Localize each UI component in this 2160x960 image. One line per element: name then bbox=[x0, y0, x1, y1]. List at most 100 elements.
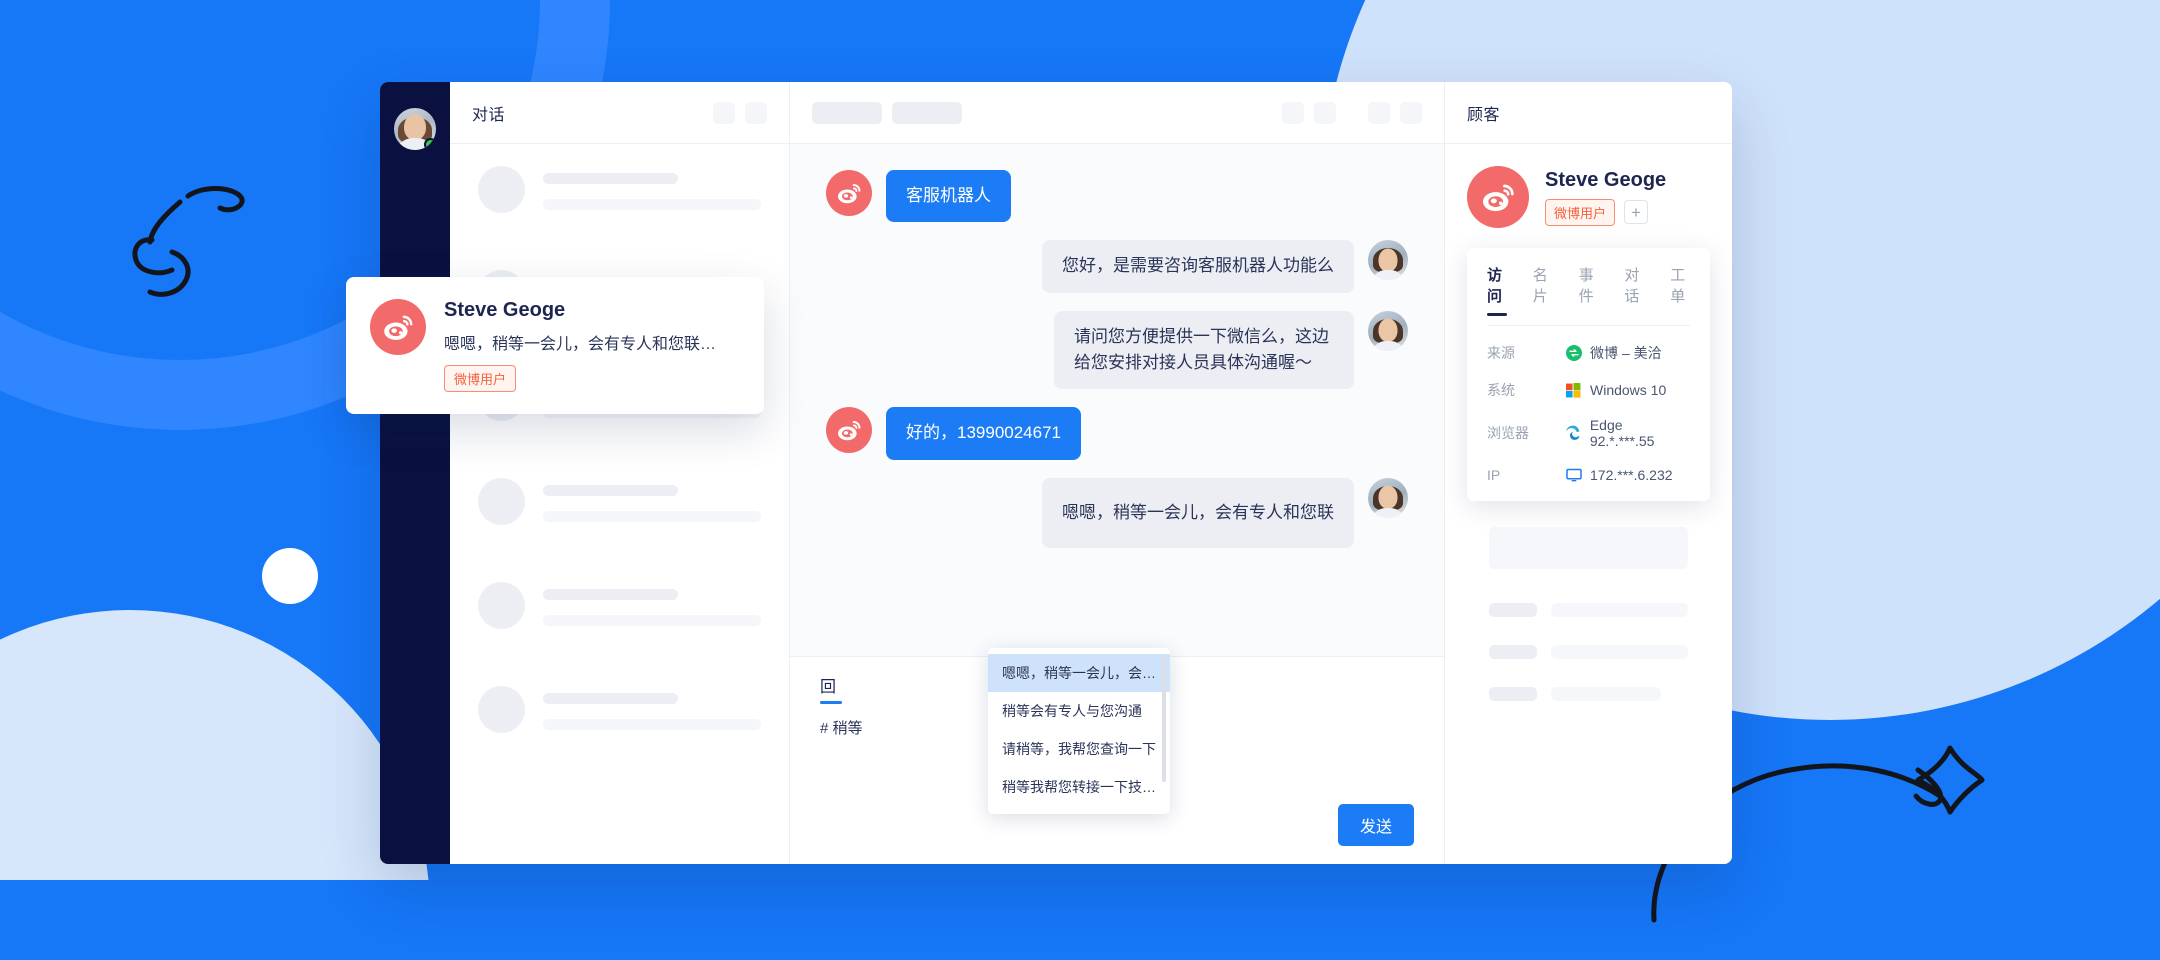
quick-reply-dropdown[interactable]: 嗯嗯，稍等一会儿，会… 稍等会有专人与您沟通 请稍等，我帮您查询一下 稍等我帮您… bbox=[988, 648, 1170, 814]
agent-avatar bbox=[1368, 310, 1408, 351]
conversation-preview-name: Steve Geoge bbox=[444, 299, 566, 321]
avatar-body bbox=[1371, 507, 1405, 518]
info-value-wrap: 172.***.6.232 bbox=[1565, 466, 1673, 483]
message-bubble: 嗯嗯，稍等一会儿，会有专人和您联 bbox=[1042, 477, 1354, 549]
more-icon[interactable] bbox=[745, 101, 767, 124]
chat-header-icon-3[interactable] bbox=[1368, 101, 1390, 124]
weibo-icon bbox=[1467, 166, 1529, 228]
tab-conversations[interactable]: 对话 bbox=[1624, 264, 1644, 315]
background-bottom-band bbox=[0, 880, 430, 960]
tab-visits[interactable]: 访问 bbox=[1487, 264, 1507, 316]
customer-tags: 微博用户 + bbox=[1545, 198, 1666, 226]
conversation-panel-header: 对话 bbox=[450, 82, 789, 144]
chat-header-icon-2[interactable] bbox=[1314, 101, 1336, 124]
message-row-outgoing: 好的，13990024671 bbox=[826, 407, 1408, 460]
dropdown-option[interactable]: 请稍等，我帮您查询一下 bbox=[988, 730, 1170, 768]
tab-profile[interactable]: 名片 bbox=[1533, 264, 1553, 315]
skeleton-label bbox=[1489, 603, 1537, 617]
info-value-wrap: 微博 – 美洽 bbox=[1565, 343, 1662, 363]
info-label: 系统 bbox=[1487, 382, 1515, 398]
dropdown-option[interactable]: 稍等会有专人与您沟通 bbox=[988, 692, 1170, 730]
agent-avatar[interactable] bbox=[392, 106, 438, 152]
chat-header-pill-2[interactable] bbox=[892, 101, 962, 124]
list-item-title-placeholder bbox=[543, 589, 678, 600]
send-button[interactable]: 发送 bbox=[1337, 804, 1414, 846]
background-dot bbox=[262, 548, 318, 604]
avatar-face bbox=[1378, 318, 1398, 342]
weibo-icon bbox=[370, 299, 426, 355]
skeleton-value bbox=[1551, 687, 1661, 701]
dropdown-option[interactable]: 稍等我帮您转接一下技术… bbox=[988, 768, 1170, 806]
conversation-panel-title: 对话 bbox=[472, 106, 506, 124]
list-item[interactable] bbox=[450, 166, 789, 270]
message-bubble: 您好，是需要咨询客服机器人功能么 bbox=[1042, 240, 1354, 293]
list-item-text bbox=[543, 166, 761, 210]
tab-events[interactable]: 事件 bbox=[1579, 264, 1599, 315]
skeleton-value bbox=[1551, 645, 1688, 659]
list-item-subtitle-placeholder bbox=[543, 719, 761, 730]
dropdown-option[interactable]: 嗯嗯，稍等一会儿，会… bbox=[988, 654, 1170, 692]
weibo-icon bbox=[826, 407, 872, 454]
tab-tickets[interactable]: 工单 bbox=[1670, 264, 1690, 315]
left-rail bbox=[380, 82, 450, 864]
skeleton-line bbox=[1489, 687, 1688, 701]
agent-avatar bbox=[1368, 477, 1408, 518]
list-item-title-placeholder bbox=[543, 693, 678, 704]
info-value-wrap: Windows 10 bbox=[1565, 382, 1666, 399]
doodle-arrow-left bbox=[132, 186, 245, 297]
info-row-os: 系统 Windows 10 bbox=[1487, 380, 1690, 400]
app-window: 对话 客服机器人 您好，是需要咨询客服机器人功能么 请问您方便提供一下微信么，这… bbox=[380, 82, 1732, 864]
customer-name: Steve Geoge bbox=[1545, 168, 1667, 191]
message-row-outgoing: 客服机器人 bbox=[826, 170, 1408, 223]
agent-avatar bbox=[1368, 240, 1408, 281]
chat-panel-header bbox=[790, 82, 1444, 144]
customer-identity: Steve Geoge 微博用户 + bbox=[1467, 166, 1710, 228]
list-item-text bbox=[543, 478, 761, 522]
skeleton-label bbox=[1489, 687, 1537, 701]
list-item[interactable] bbox=[450, 582, 789, 686]
online-status-dot bbox=[424, 138, 436, 150]
conversation-preview-card[interactable]: Steve Geoge 嗯嗯，稍等一会儿，会有专人和您联… 微博用户 bbox=[346, 277, 764, 414]
customer-panel-title: 顾客 bbox=[1467, 106, 1501, 124]
edge-icon bbox=[1565, 425, 1582, 442]
skeleton-block bbox=[1489, 527, 1688, 569]
conversation-list[interactable] bbox=[450, 144, 789, 864]
info-label: 来源 bbox=[1487, 345, 1515, 361]
list-item[interactable] bbox=[450, 478, 789, 582]
windows-icon bbox=[1565, 382, 1582, 399]
status-badge: 微博用户 bbox=[1545, 198, 1616, 226]
avatar-face bbox=[1378, 248, 1398, 272]
weibo-source-icon bbox=[1565, 345, 1582, 362]
customer-panel-header: 顾客 bbox=[1445, 82, 1732, 144]
tab-quick-reply[interactable]: 回 bbox=[820, 673, 842, 704]
info-row-ip: IP 172.***.6.232 bbox=[1487, 466, 1690, 483]
list-item-avatar bbox=[478, 582, 525, 629]
message-bubble: 好的，13990024671 bbox=[886, 407, 1082, 460]
info-value-wrap: Edge 92.*.***.55 bbox=[1565, 417, 1690, 449]
conversation-preview-message: 嗯嗯，稍等一会儿，会有专人和您联… bbox=[444, 336, 717, 353]
info-row-source: 来源 微博 – 美洽 bbox=[1487, 343, 1690, 363]
customer-details: Steve Geoge 微博用户 + 访问 名片 事件 对话 工单 来源 微博 … bbox=[1445, 144, 1732, 864]
message-row-incoming: 嗯嗯，稍等一会儿，会有专人和您联 bbox=[826, 477, 1408, 549]
chat-header-icon-1[interactable] bbox=[1282, 101, 1304, 124]
list-item-title-placeholder bbox=[543, 173, 678, 184]
list-item[interactable] bbox=[450, 686, 789, 790]
info-value: Windows 10 bbox=[1590, 382, 1667, 398]
message-list[interactable]: 客服机器人 您好，是需要咨询客服机器人功能么 请问您方便提供一下微信么，这边给您… bbox=[790, 144, 1444, 656]
customer-identity-text: Steve Geoge 微博用户 + bbox=[1545, 169, 1666, 226]
customer-tabs: 访问 名片 事件 对话 工单 bbox=[1487, 264, 1690, 326]
list-item-subtitle-placeholder bbox=[543, 511, 761, 522]
message-bubble: 请问您方便提供一下微信么，这边给您安排对接人员具体沟通喔～ bbox=[1054, 310, 1354, 390]
add-tag-button[interactable]: + bbox=[1624, 200, 1649, 224]
chat-header-icon-4[interactable] bbox=[1400, 101, 1422, 124]
chat-header-pill-1[interactable] bbox=[812, 101, 882, 124]
list-item-text bbox=[543, 582, 761, 626]
skeleton-label bbox=[1489, 645, 1537, 659]
skeleton-value bbox=[1551, 603, 1688, 617]
dropdown-scrollbar[interactable] bbox=[1162, 658, 1166, 782]
message-row-incoming: 请问您方便提供一下微信么，这边给您安排对接人员具体沟通喔～ bbox=[826, 310, 1408, 390]
doodle-spark bbox=[1915, 745, 1985, 815]
filter-icon[interactable] bbox=[713, 101, 735, 124]
list-item-subtitle-placeholder bbox=[543, 615, 761, 626]
tab-quick-reply-label: 回 bbox=[820, 678, 837, 696]
